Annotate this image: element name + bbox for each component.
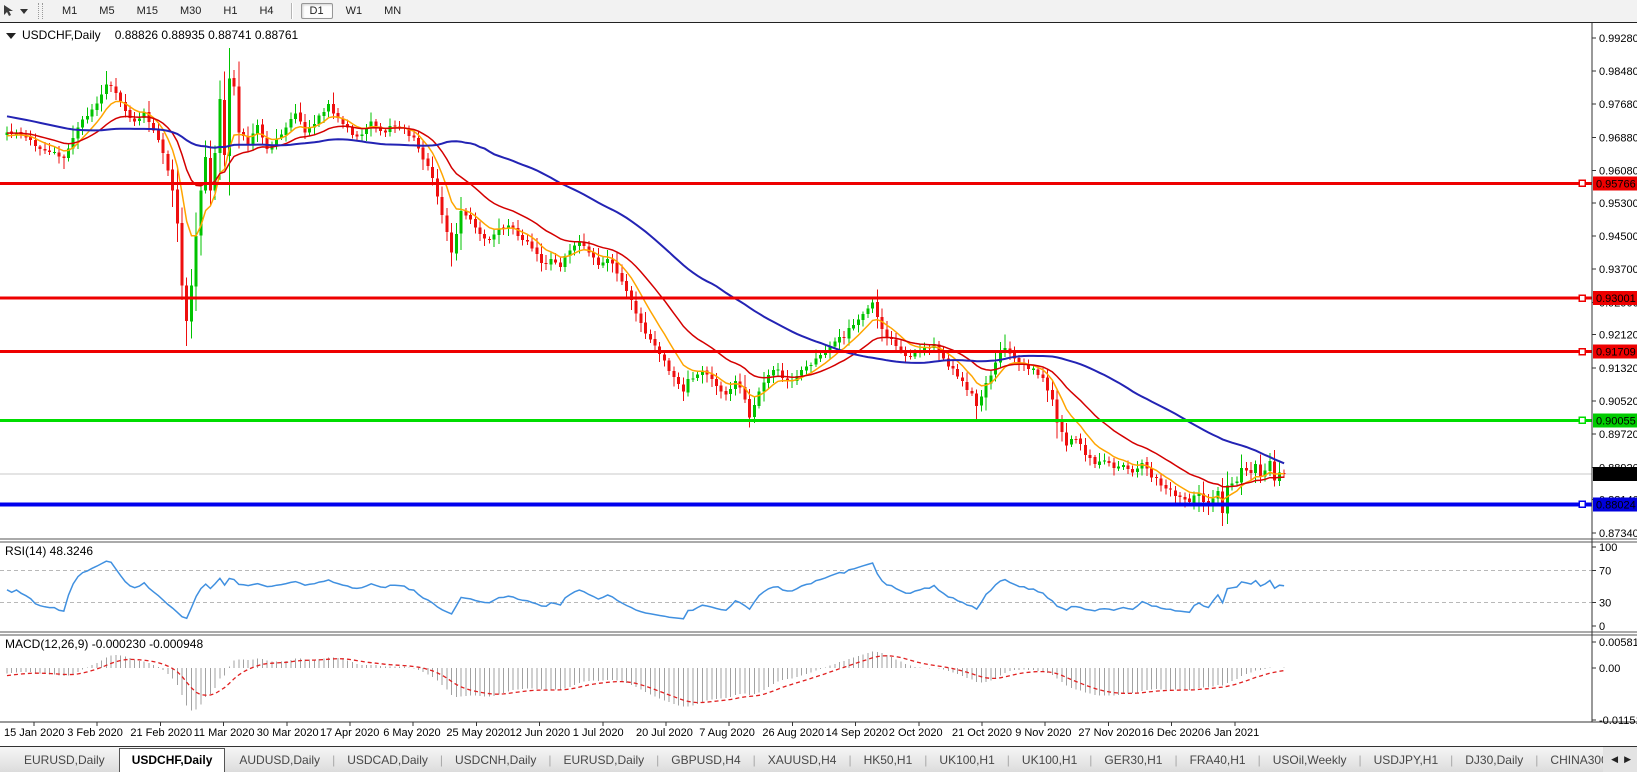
chart-tab-13[interactable]: USOil,Weekly — [1261, 748, 1359, 772]
chart-tab-10[interactable]: UK100,H1 — [1010, 748, 1089, 772]
tab-scroll-right-icon[interactable]: ▶ — [1624, 754, 1631, 765]
trading-terminal-window: M1 M5 M15 M30 H1 H4 D1 W1 MN 0.99280 0.98480 0.976… — [0, 0, 1637, 772]
svg-text:0.89720: 0.89720 — [1599, 429, 1637, 441]
chart-tab-14[interactable]: USDJPY,H1 — [1362, 748, 1450, 772]
timeframe-buttons: M1 M5 M15 M30 H1 H4 D1 W1 MN — [51, 3, 412, 19]
svg-text:0.005818: 0.005818 — [1599, 637, 1637, 649]
svg-text:0.88761: 0.88761 — [1596, 469, 1636, 481]
svg-text:14 Sep 2020: 14 Sep 2020 — [826, 727, 888, 739]
timeframe-button-M1[interactable]: M1 — [53, 3, 86, 19]
toolbar-grip-handle[interactable] — [38, 3, 43, 19]
chevron-down-icon — [20, 8, 28, 14]
svg-text:0.95300: 0.95300 — [1599, 198, 1637, 210]
chart-symbol-label: USDCHF,Daily — [22, 28, 101, 42]
macd-indicator-label: MACD(12,26,9) -0.000230 -0.000948 — [5, 637, 204, 651]
timeframe-button-W1[interactable]: W1 — [337, 3, 372, 19]
svg-text:15 Jan 2020: 15 Jan 2020 — [4, 727, 65, 739]
cursor-tool-icon[interactable] — [2, 4, 28, 18]
svg-text:1 Jul 2020: 1 Jul 2020 — [573, 727, 624, 739]
timeframe-button-M5[interactable]: M5 — [90, 3, 123, 19]
svg-text:0.90055: 0.90055 — [1596, 415, 1636, 427]
chart-title: USDCHF,Daily 0.88826 0.88935 0.88741 0.88… — [6, 28, 298, 42]
chart-tab-7[interactable]: XAUUSD,H4 — [756, 748, 849, 772]
svg-text:-0.011514: -0.011514 — [1599, 715, 1637, 727]
svg-text:6 Jan 2021: 6 Jan 2021 — [1205, 727, 1259, 739]
chart-tab-15[interactable]: DJ30,Daily — [1453, 748, 1535, 772]
chart-window: 0.99280 0.98480 0.97680 0.96880 0.96080 0.953… — [0, 23, 1637, 746]
svg-text:0.92120: 0.92120 — [1599, 330, 1637, 342]
price-chart-canvas[interactable]: 0.99280 0.98480 0.97680 0.96880 0.96080 0.953… — [0, 23, 1637, 746]
svg-text:0.97680: 0.97680 — [1599, 99, 1637, 111]
svg-text:7 Aug 2020: 7 Aug 2020 — [699, 727, 755, 739]
svg-text:100: 100 — [1599, 542, 1617, 554]
svg-text:25 May 2020: 25 May 2020 — [446, 727, 510, 739]
svg-text:0: 0 — [1599, 621, 1605, 633]
chart-tab-1[interactable]: USDCHF,Daily — [118, 748, 226, 772]
chart-tab-11[interactable]: GER30,H1 — [1092, 748, 1174, 772]
svg-text:3 Feb 2020: 3 Feb 2020 — [67, 727, 123, 739]
toolbar-separator — [290, 3, 293, 19]
chart-tab-8[interactable]: HK50,H1 — [852, 748, 925, 772]
chart-tab-bar: EURUSD,Daily USDCHF,Daily AUDUSD,Daily | USD… — [0, 746, 1637, 772]
chart-tab-9[interactable]: UK100,H1 — [927, 748, 1006, 772]
svg-text:0.88024: 0.88024 — [1596, 499, 1636, 511]
svg-text:12 Jun 2020: 12 Jun 2020 — [510, 727, 571, 739]
svg-text:0.91709: 0.91709 — [1596, 347, 1636, 359]
timeframe-button-M30[interactable]: M30 — [171, 3, 210, 19]
chart-tab-2[interactable]: AUDUSD,Daily — [227, 748, 332, 772]
symbol-dropdown-icon[interactable] — [6, 32, 16, 39]
svg-text:17 Apr 2020: 17 Apr 2020 — [320, 727, 379, 739]
chart-tab-0[interactable]: EURUSD,Daily — [12, 748, 117, 772]
svg-text:2 Oct 2020: 2 Oct 2020 — [889, 727, 943, 739]
rsi-indicator-label: RSI(14) 48.3246 — [5, 544, 94, 558]
svg-text:0.95766: 0.95766 — [1596, 178, 1636, 190]
svg-text:0.00: 0.00 — [1599, 663, 1620, 675]
svg-text:16 Dec 2020: 16 Dec 2020 — [1142, 727, 1204, 739]
svg-text:21 Feb 2020: 21 Feb 2020 — [130, 727, 192, 739]
chart-tab-12[interactable]: FRA40,H1 — [1178, 748, 1258, 772]
timeframe-button-D1[interactable]: D1 — [300, 3, 333, 19]
tab-scroll-arrows: ◀ ▶ — [1603, 747, 1637, 772]
svg-text:20 Jul 2020: 20 Jul 2020 — [636, 727, 693, 739]
timeframe-button-H4[interactable]: H4 — [250, 3, 282, 19]
chart-tab-4[interactable]: USDCNH,Daily — [443, 748, 548, 772]
chart-tab-5[interactable]: EURUSD,Daily — [551, 748, 656, 772]
svg-text:70: 70 — [1599, 566, 1611, 578]
svg-text:30: 30 — [1599, 597, 1611, 609]
svg-text:30 Mar 2020: 30 Mar 2020 — [257, 727, 319, 739]
svg-text:27 Nov 2020: 27 Nov 2020 — [1078, 727, 1140, 739]
timeframe-button-H1[interactable]: H1 — [214, 3, 246, 19]
tab-scroll-left-icon[interactable]: ◀ — [1611, 754, 1618, 765]
timeframe-button-M15[interactable]: M15 — [128, 3, 167, 19]
timeframe-toolbar: M1 M5 M15 M30 H1 H4 D1 W1 MN — [0, 0, 1637, 23]
svg-text:0.96880: 0.96880 — [1599, 132, 1637, 144]
svg-text:0.87340: 0.87340 — [1599, 528, 1637, 540]
svg-text:0.93700: 0.93700 — [1599, 264, 1637, 276]
svg-text:0.91320: 0.91320 — [1599, 363, 1637, 375]
cursor-icon — [4, 5, 13, 16]
svg-text:0.98480: 0.98480 — [1599, 66, 1637, 78]
svg-text:26 Aug 2020: 26 Aug 2020 — [762, 727, 824, 739]
svg-text:6 May 2020: 6 May 2020 — [383, 727, 440, 739]
svg-text:21 Oct 2020: 21 Oct 2020 — [952, 727, 1012, 739]
chart-ohlc-values: 0.88826 0.88935 0.88741 0.88761 — [114, 28, 299, 42]
svg-text:0.93001: 0.93001 — [1596, 293, 1636, 305]
svg-text:0.90520: 0.90520 — [1599, 396, 1637, 408]
svg-text:9 Nov 2020: 9 Nov 2020 — [1015, 727, 1071, 739]
svg-text:0.99280: 0.99280 — [1599, 33, 1637, 45]
timeframe-button-MN[interactable]: MN — [375, 3, 410, 19]
chart-tab-3[interactable]: USDCAD,Daily — [335, 748, 440, 772]
chart-tab-6[interactable]: GBPUSD,H4 — [659, 748, 752, 772]
svg-text:11 Mar 2020: 11 Mar 2020 — [194, 727, 255, 739]
svg-text:0.94500: 0.94500 — [1599, 231, 1637, 243]
svg-text:0.96080: 0.96080 — [1599, 165, 1637, 177]
